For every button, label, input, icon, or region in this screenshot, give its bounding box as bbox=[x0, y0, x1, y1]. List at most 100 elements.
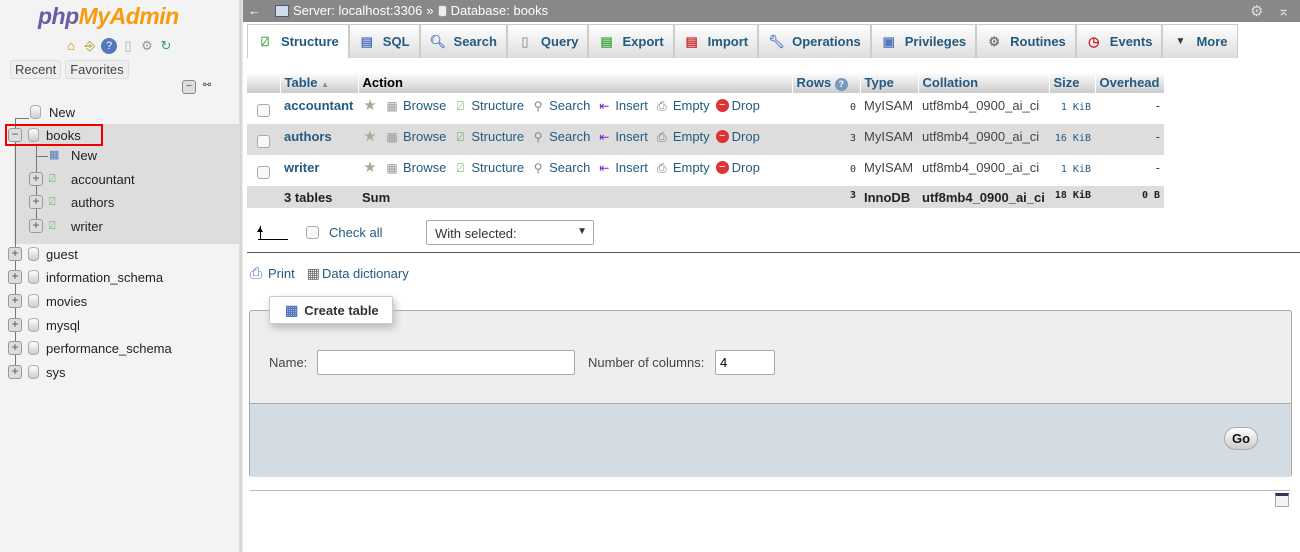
favorites-button[interactable]: Favorites bbox=[65, 60, 129, 79]
with-selected-dropdown[interactable]: With selected: ▼ bbox=[426, 220, 594, 245]
structure-link[interactable]: ⍁ Structure bbox=[452, 98, 524, 113]
empty-link[interactable]: ⎙ Empty bbox=[654, 129, 710, 144]
size-link[interactable]: 1 KiB bbox=[1061, 164, 1091, 175]
column-header-table[interactable]: Table ▲ bbox=[280, 72, 359, 93]
tree-item-guest[interactable]: + guest bbox=[8, 243, 78, 265]
row-checkbox[interactable] bbox=[257, 135, 270, 148]
tree-item-performance-schema[interactable]: + performance_schema bbox=[8, 337, 172, 359]
drop-link[interactable]: − Drop bbox=[715, 129, 760, 144]
favorite-star-icon[interactable]: ★ bbox=[362, 160, 378, 175]
column-header-overhead[interactable]: Overhead bbox=[1095, 72, 1165, 93]
expand-icon[interactable]: + bbox=[8, 341, 22, 355]
check-all[interactable]: Check all bbox=[306, 225, 382, 240]
column-header-type[interactable]: Type bbox=[860, 72, 919, 93]
search-icon: ⚲ bbox=[533, 129, 543, 144]
sidebar-resizer[interactable] bbox=[240, 0, 243, 552]
tab-events[interactable]: ◷ Events bbox=[1075, 24, 1163, 58]
tab-search[interactable]: 🔍︎ Search bbox=[419, 24, 507, 58]
table-name-input[interactable] bbox=[317, 350, 575, 375]
row-checkbox[interactable] bbox=[257, 166, 270, 179]
tree-item-authors[interactable]: + ⍁ authors bbox=[29, 191, 114, 213]
empty-link[interactable]: ⎙ Empty bbox=[654, 160, 710, 175]
tree-item-sys[interactable]: + sys bbox=[8, 361, 66, 383]
tab-more[interactable]: ▼ More bbox=[1162, 24, 1238, 58]
recent-button[interactable]: Recent bbox=[10, 60, 62, 79]
table-name-link[interactable]: accountant bbox=[284, 98, 353, 113]
number-of-columns-input[interactable] bbox=[715, 350, 775, 375]
expand-icon[interactable]: + bbox=[8, 365, 22, 379]
tree-item-writer[interactable]: + ⍁ writer bbox=[29, 215, 103, 237]
column-header-rows[interactable]: Rows ? bbox=[792, 72, 861, 93]
data-dictionary-link[interactable]: Data dictionary bbox=[322, 266, 409, 281]
breadcrumb-server[interactable]: Server: localhost:3306 bbox=[293, 3, 422, 18]
database-icon bbox=[437, 4, 447, 17]
size-link[interactable]: 1 KiB bbox=[1061, 102, 1091, 113]
tree-item-accountant[interactable]: + ⍁ accountant bbox=[29, 168, 135, 190]
reload-icon[interactable]: ↻ bbox=[158, 38, 174, 54]
tab-import[interactable]: ▤ Import bbox=[673, 24, 759, 58]
insert-link[interactable]: ⇤ Insert bbox=[596, 98, 648, 113]
collapse-all-icon[interactable]: − bbox=[182, 80, 196, 94]
expand-icon[interactable]: + bbox=[8, 318, 22, 332]
drop-link[interactable]: − Drop bbox=[715, 98, 760, 113]
phpmyadmin-logo[interactable]: phpMyAdmin bbox=[38, 3, 179, 30]
tab-operations[interactable]: 🔧︎ Operations bbox=[758, 24, 871, 58]
tree-item-new-database[interactable]: New bbox=[30, 101, 75, 123]
favorite-star-icon[interactable]: ★ bbox=[362, 129, 378, 144]
expand-icon[interactable]: + bbox=[8, 247, 22, 261]
docs-icon[interactable]: ▯ bbox=[120, 38, 136, 54]
go-button[interactable]: Go bbox=[1224, 427, 1258, 450]
tab-export[interactable]: ▤ Export bbox=[588, 24, 674, 58]
check-all-checkbox[interactable] bbox=[306, 226, 319, 239]
column-header-size[interactable]: Size bbox=[1049, 72, 1096, 93]
expand-icon[interactable]: + bbox=[29, 219, 43, 233]
tree-item-mysql[interactable]: + mysql bbox=[8, 314, 80, 336]
link-icon[interactable]: ⚯ bbox=[200, 80, 214, 94]
search-link[interactable]: ⚲ Search bbox=[530, 129, 591, 144]
tab-query[interactable]: ▯ Query bbox=[506, 24, 589, 58]
help-icon[interactable]: ? bbox=[101, 38, 117, 54]
tree-item-information-schema[interactable]: + information_schema bbox=[8, 266, 163, 288]
back-arrow-icon[interactable]: ← bbox=[248, 3, 262, 18]
column-header-collation[interactable]: Collation bbox=[918, 72, 1050, 93]
search-link[interactable]: ⚲ Search bbox=[530, 98, 591, 113]
search-link[interactable]: ⚲ Search bbox=[530, 160, 591, 175]
check-all-label[interactable]: Check all bbox=[329, 225, 382, 240]
print-link[interactable]: Print bbox=[268, 266, 295, 281]
expand-icon[interactable]: + bbox=[8, 294, 22, 308]
tree-item-new-table[interactable]: ▦ New bbox=[49, 144, 97, 166]
table-name-link[interactable]: writer bbox=[284, 160, 319, 175]
tab-routines[interactable]: ⚙ Routines bbox=[976, 24, 1076, 58]
settings-icon[interactable]: ⚙ bbox=[139, 38, 155, 54]
browse-link[interactable]: ▦ Browse bbox=[384, 98, 446, 113]
tab-sql[interactable]: ▤ SQL bbox=[348, 24, 420, 58]
structure-link[interactable]: ⍁ Structure bbox=[452, 160, 524, 175]
help-icon[interactable]: ? bbox=[834, 77, 848, 91]
home-icon[interactable]: ⌂ bbox=[63, 38, 79, 54]
tree-item-movies[interactable]: + movies bbox=[8, 290, 87, 312]
browse-link[interactable]: ▦ Browse bbox=[384, 129, 446, 144]
empty-link[interactable]: ⎙ Empty bbox=[654, 98, 710, 113]
breadcrumb: Server: localhost:3306 » Database: books bbox=[275, 3, 548, 18]
settings-gear-icon[interactable]: ⚙ bbox=[1250, 2, 1263, 20]
drop-link[interactable]: − Drop bbox=[715, 160, 760, 175]
insert-link[interactable]: ⇤ Insert bbox=[596, 129, 648, 144]
expand-icon[interactable]: + bbox=[29, 195, 43, 209]
favorite-star-icon[interactable]: ★ bbox=[362, 98, 378, 113]
tab-privileges[interactable]: ▣ Privileges bbox=[870, 24, 977, 58]
size-link[interactable]: 16 KiB bbox=[1055, 133, 1091, 144]
structure-link[interactable]: ⍁ Structure bbox=[452, 129, 524, 144]
collapse-top-icon[interactable]: ⌅ bbox=[1277, 2, 1290, 20]
browse-link[interactable]: ▦ Browse bbox=[384, 160, 446, 175]
table-name-link[interactable]: authors bbox=[284, 129, 332, 144]
tab-structure[interactable]: ⍁ Structure bbox=[247, 24, 349, 58]
row-checkbox[interactable] bbox=[257, 104, 270, 117]
expand-icon[interactable]: + bbox=[8, 270, 22, 284]
search-icon: 🔍︎ bbox=[429, 33, 447, 49]
expand-icon[interactable]: + bbox=[29, 172, 43, 186]
overhead: - bbox=[1155, 98, 1160, 113]
logout-icon[interactable]: ⎆ bbox=[82, 38, 98, 54]
console-toggle-icon[interactable] bbox=[1275, 493, 1289, 507]
insert-link[interactable]: ⇤ Insert bbox=[596, 160, 648, 175]
breadcrumb-database[interactable]: Database: books bbox=[451, 3, 549, 18]
